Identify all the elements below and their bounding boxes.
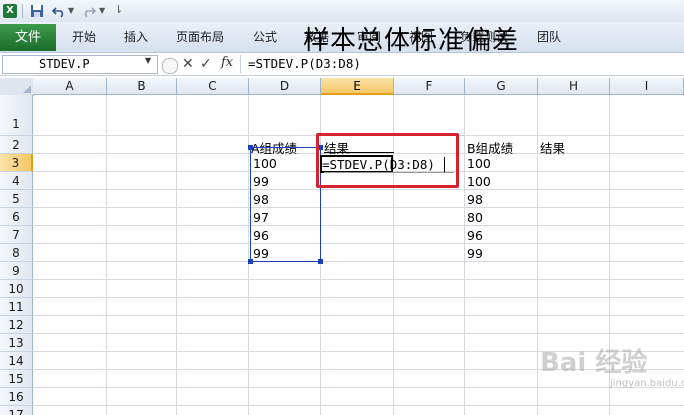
column-header-d[interactable]: D bbox=[249, 78, 321, 95]
gridline bbox=[33, 333, 684, 334]
column-header-i[interactable]: I bbox=[610, 78, 684, 95]
cell-g8[interactable]: 99 bbox=[467, 246, 483, 261]
row-header-17[interactable]: 17 bbox=[0, 406, 33, 415]
column-header-a[interactable]: A bbox=[33, 78, 107, 95]
tab-team[interactable]: 团队 bbox=[537, 24, 561, 51]
row-header-9[interactable]: 9 bbox=[0, 262, 33, 280]
row-header-13[interactable]: 13 bbox=[0, 334, 33, 352]
undo-dropdown-icon[interactable]: ▼ bbox=[68, 6, 74, 15]
column-header-g[interactable]: G bbox=[465, 78, 538, 95]
tab-page-layout[interactable]: 页面布局 bbox=[176, 24, 224, 51]
range-handle[interactable] bbox=[248, 145, 253, 150]
watermark-url: jingyan.baidu.com bbox=[610, 378, 684, 389]
customize-toolbar-icon[interactable]: ⇂ bbox=[114, 3, 123, 16]
tab-file[interactable]: 文件 bbox=[0, 24, 56, 51]
range-handle[interactable] bbox=[318, 259, 323, 264]
row-header-7[interactable]: 7 bbox=[0, 226, 33, 244]
row-header-16[interactable]: 16 bbox=[0, 388, 33, 406]
cell-g4[interactable]: 100 bbox=[467, 174, 491, 189]
row-header-4[interactable]: 4 bbox=[0, 172, 33, 190]
column-header-e[interactable]: E bbox=[321, 78, 394, 95]
save-icon[interactable] bbox=[30, 4, 44, 18]
gridline bbox=[537, 95, 538, 415]
redo-dropdown-icon[interactable]: ▼ bbox=[99, 6, 105, 15]
gridline bbox=[33, 315, 684, 316]
name-box[interactable]: STDEV.P bbox=[2, 55, 158, 74]
tab-insert[interactable]: 插入 bbox=[124, 24, 148, 51]
enter-entry-button[interactable]: ✓ bbox=[200, 55, 212, 73]
row-header-8[interactable]: 8 bbox=[0, 244, 33, 262]
formula-bar-resize-handle[interactable] bbox=[162, 58, 178, 74]
gridline bbox=[33, 261, 684, 262]
sheet-title[interactable]: 样本总体标准偏差 bbox=[303, 20, 519, 57]
cell-g7[interactable]: 96 bbox=[467, 228, 483, 243]
cell-g2[interactable]: B组成绩 bbox=[467, 138, 513, 157]
row-header-15[interactable]: 15 bbox=[0, 370, 33, 388]
gridline bbox=[33, 189, 684, 190]
row-header-12[interactable]: 12 bbox=[0, 316, 33, 334]
cell-g5[interactable]: 98 bbox=[467, 192, 483, 207]
row-header-10[interactable]: 10 bbox=[0, 280, 33, 298]
excel-logo-icon: X bbox=[3, 4, 17, 18]
column-header-b[interactable]: B bbox=[107, 78, 177, 95]
formula-bar-divider bbox=[240, 55, 241, 73]
gridline bbox=[176, 95, 177, 415]
gridline bbox=[33, 207, 684, 208]
watermark-logo: Bai 经验 bbox=[540, 348, 648, 378]
gridline bbox=[33, 297, 684, 298]
referenced-range-d3-d8 bbox=[250, 147, 321, 262]
undo-icon[interactable] bbox=[52, 4, 66, 18]
insert-function-button[interactable]: fx bbox=[221, 55, 233, 70]
range-handle[interactable] bbox=[248, 259, 253, 264]
redo-icon[interactable] bbox=[82, 4, 96, 18]
cancel-entry-button[interactable]: ✕ bbox=[182, 55, 194, 73]
row-header-1[interactable]: 1 bbox=[0, 95, 33, 136]
column-header-h[interactable]: H bbox=[538, 78, 610, 95]
gridline bbox=[33, 387, 684, 388]
cell-g6[interactable]: 80 bbox=[467, 210, 483, 225]
row-header-2[interactable]: 2 bbox=[0, 136, 33, 154]
cell-g3[interactable]: 100 bbox=[467, 156, 491, 171]
gridline bbox=[464, 95, 465, 415]
quick-access-toolbar: X ▼ ▼ ⇂ bbox=[0, 0, 684, 22]
tab-formulas[interactable]: 公式 bbox=[253, 24, 277, 51]
row-header-5[interactable]: 5 bbox=[0, 190, 33, 208]
row-header-14[interactable]: 14 bbox=[0, 352, 33, 370]
select-all-button[interactable] bbox=[0, 78, 34, 96]
toolbar-divider bbox=[22, 4, 23, 18]
gridline bbox=[33, 243, 684, 244]
gridline bbox=[248, 95, 249, 415]
row-header-6[interactable]: 6 bbox=[0, 208, 33, 226]
row-header-3[interactable]: 3 bbox=[0, 154, 33, 172]
gridline bbox=[33, 279, 684, 280]
cell-h2[interactable]: 结果 bbox=[540, 138, 565, 157]
tab-home[interactable]: 开始 bbox=[72, 24, 96, 51]
name-box-dropdown-icon[interactable]: ▼ bbox=[145, 56, 151, 65]
column-header-c[interactable]: C bbox=[177, 78, 249, 95]
row-header-11[interactable]: 11 bbox=[0, 298, 33, 316]
gridline bbox=[33, 225, 684, 226]
gridline bbox=[106, 95, 107, 415]
column-header-f[interactable]: F bbox=[394, 78, 465, 95]
cell-e3-formula[interactable]: =STDEV.P(D3:D8) bbox=[322, 157, 435, 172]
gridline bbox=[33, 405, 684, 406]
